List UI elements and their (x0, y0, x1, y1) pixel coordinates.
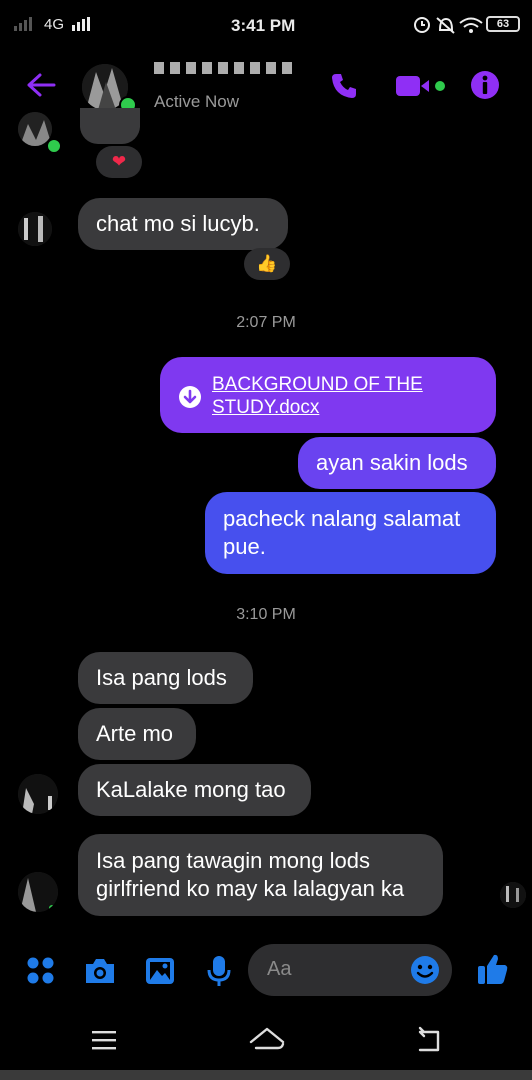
microphone-icon (207, 956, 231, 986)
emoji-button[interactable] (410, 955, 440, 990)
video-call-button[interactable] (396, 74, 448, 103)
menu-icon (92, 1031, 116, 1050)
avatar-image (18, 774, 58, 814)
back-nav-button[interactable] (414, 1026, 444, 1059)
incoming-message[interactable]: Isa pang tawagin mong lods girlfriend ko… (78, 834, 443, 916)
signal-weak-icon (14, 17, 32, 31)
menu-nav-button[interactable] (90, 1028, 118, 1057)
home-icon (249, 1027, 285, 1050)
camera-button[interactable] (83, 956, 117, 991)
battery-level: 63 (496, 18, 510, 30)
timestamp: 2:07 PM (236, 314, 296, 331)
message-text: ayan sakin lods (316, 450, 468, 475)
phone-icon (332, 74, 356, 98)
message-bubble-partial (80, 108, 140, 144)
outgoing-message[interactable]: pacheck nalang salamat pue. (205, 492, 496, 574)
back-nav-icon (418, 1026, 440, 1052)
signal-indicator (14, 16, 36, 36)
avatar-image (500, 882, 526, 908)
camera-icon (86, 959, 114, 983)
bottom-edge (0, 1070, 532, 1080)
signal-icon (72, 17, 90, 31)
emoji-icon (411, 956, 439, 984)
outgoing-file-attachment[interactable]: BACKGROUND OF THE STUDY.docx (160, 357, 496, 433)
thumbs-up-icon: 👍 (256, 254, 278, 273)
apps-grid-icon (27, 957, 54, 984)
signal-strength (72, 16, 92, 36)
info-button[interactable] (470, 70, 500, 105)
message-text: Arte mo (96, 721, 174, 746)
read-receipt-avatar (500, 882, 526, 908)
file-link[interactable]: BACKGROUND OF THE STUDY.docx (212, 373, 478, 419)
message-text: Isa pang lods (96, 665, 227, 690)
apps-button[interactable] (26, 956, 56, 991)
message-text: Isa pang tawagin mong lods girlfriend ko… (96, 848, 405, 901)
incoming-message[interactable]: chat mo si lucyb. (78, 198, 288, 250)
network-type: 4G (44, 16, 65, 33)
avatar-image (18, 872, 58, 912)
like-reaction[interactable]: 👍 (244, 248, 290, 280)
thumbs-up-icon (478, 954, 508, 984)
clock: 3:41 PM (231, 16, 296, 35)
status-bar: 4G 3:41 PM 63 (0, 0, 532, 52)
message-placeholder: Aa (267, 958, 292, 980)
presence-status: Active Now (154, 92, 240, 111)
voice-button[interactable] (206, 954, 232, 993)
gallery-icon (146, 958, 174, 984)
battery-indicator: 63 (486, 16, 520, 32)
like-button[interactable] (476, 952, 510, 991)
incoming-message[interactable]: Arte mo (78, 708, 196, 760)
message-input[interactable]: Aa (248, 944, 452, 996)
message-text: pacheck nalang salamat pue. (223, 506, 461, 559)
download-icon (179, 386, 201, 408)
call-button[interactable] (330, 72, 358, 105)
gallery-button[interactable] (144, 956, 176, 991)
home-nav-button[interactable] (248, 1024, 286, 1059)
avatar-image (18, 212, 52, 246)
incoming-message[interactable]: KaLalake mong tao (78, 764, 311, 816)
back-arrow-icon (27, 73, 56, 97)
message-text: KaLalake mong tao (96, 777, 286, 802)
sender-avatar (18, 212, 52, 246)
incoming-message[interactable]: Isa pang lods (78, 652, 253, 704)
heart-icon: ❤ (111, 152, 127, 171)
contact-name-redacted (154, 62, 294, 74)
info-icon (471, 71, 499, 99)
timestamp: 3:10 PM (236, 606, 296, 623)
heart-reaction[interactable]: ❤ (96, 146, 142, 178)
sender-avatar (18, 872, 58, 912)
outgoing-message[interactable]: ayan sakin lods (298, 437, 496, 489)
sender-avatar (18, 774, 58, 814)
online-indicator (46, 138, 62, 154)
message-text: chat mo si lucyb. (96, 211, 260, 236)
back-button[interactable] (26, 72, 56, 103)
video-icon (396, 76, 445, 96)
